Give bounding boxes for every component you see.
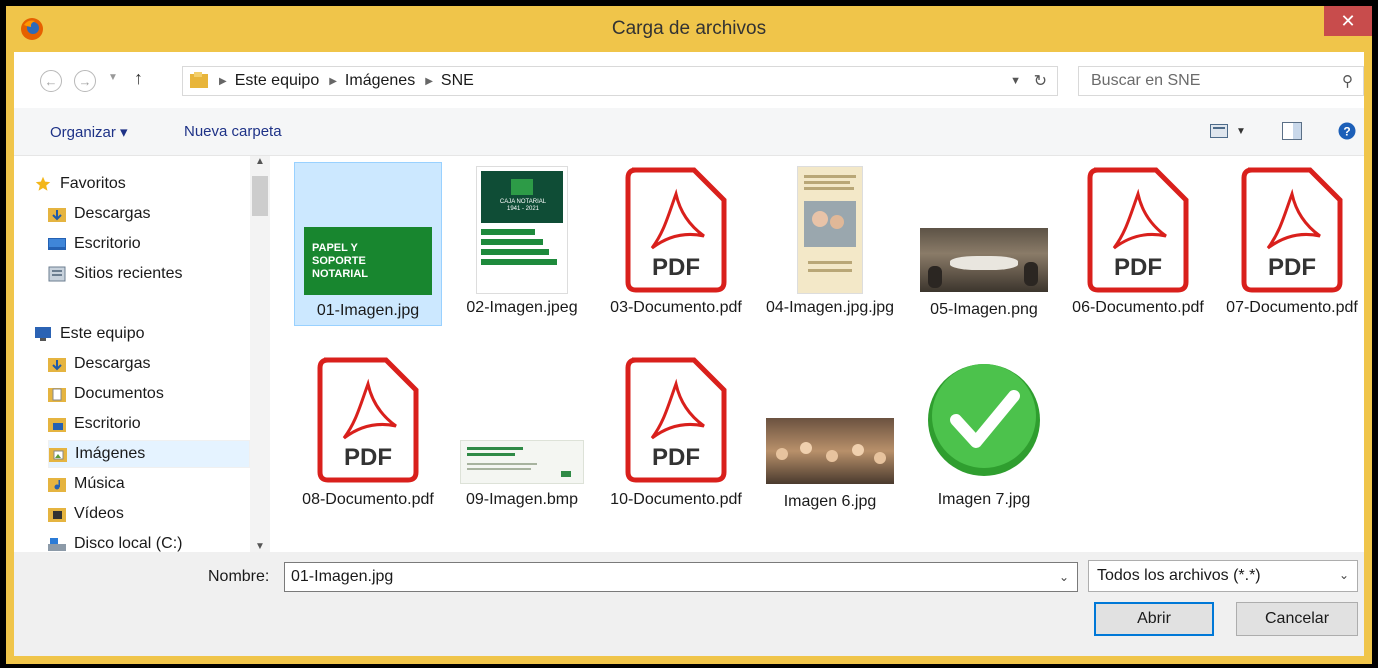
breadcrumb-este-equipo[interactable]: Este equipo bbox=[235, 72, 320, 90]
scroll-thumb[interactable] bbox=[252, 176, 268, 216]
pdf-icon: PDF bbox=[1086, 166, 1190, 294]
forward-button[interactable]: → bbox=[74, 70, 96, 92]
search-placeholder: Buscar en SNE bbox=[1091, 72, 1201, 89]
documents-folder-icon bbox=[48, 388, 66, 402]
file-item[interactable]: PDF 07-Documento.pdf bbox=[1218, 162, 1366, 326]
pictures-folder-icon bbox=[49, 448, 67, 462]
nav-videos[interactable]: Vídeos bbox=[48, 500, 250, 528]
svg-text:?: ? bbox=[1343, 125, 1350, 139]
file-dialog: Carga de archivos ✕ ← → ▼ ↑ ▶ Este equip… bbox=[6, 6, 1372, 664]
preview-pane-icon[interactable] bbox=[1282, 122, 1302, 140]
image-thumbnail: CAJA NOTARIAL 1941 - 2021 bbox=[476, 166, 568, 294]
pdf-icon: PDF bbox=[1240, 166, 1344, 294]
back-button[interactable]: ← bbox=[40, 70, 62, 92]
breadcrumb-sne[interactable]: SNE bbox=[441, 72, 474, 90]
file-item[interactable]: 09-Imagen.bmp bbox=[448, 354, 596, 542]
image-thumbnail bbox=[460, 440, 584, 484]
filename-input[interactable]: 01-Imagen.jpg ⌄ bbox=[284, 562, 1078, 592]
dialog-client: ← → ▼ ↑ ▶ Este equipo ▶ Imágenes ▶ SNE ▼… bbox=[14, 52, 1364, 656]
recent-dropdown-icon[interactable]: ▼ bbox=[108, 72, 118, 83]
filetype-select[interactable]: Todos los archivos (*.*) ⌄ bbox=[1088, 560, 1358, 592]
breadcrumb-separator: ▶ bbox=[219, 75, 227, 87]
drive-icon bbox=[48, 538, 66, 551]
nav-favoritos[interactable]: Favoritos bbox=[34, 170, 236, 198]
filename-dropdown-icon[interactable]: ⌄ bbox=[1059, 570, 1069, 584]
computer-icon bbox=[35, 327, 51, 341]
file-item[interactable]: PDF 08-Documento.pdf bbox=[294, 354, 442, 542]
file-item[interactable]: 05-Imagen.png bbox=[910, 162, 1058, 326]
file-grid: PAPEL Y SOPORTE NOTARIAL 01-Imagen.jpg C… bbox=[286, 156, 1362, 552]
downloads-folder-icon bbox=[48, 358, 66, 372]
help-icon[interactable]: ? bbox=[1338, 122, 1356, 140]
desktop-folder-icon bbox=[48, 418, 66, 432]
image-thumbnail bbox=[920, 228, 1048, 292]
image-thumbnail: PAPEL Y SOPORTE NOTARIAL bbox=[304, 227, 432, 295]
breadcrumb-imagenes[interactable]: Imágenes bbox=[345, 72, 415, 90]
scroll-down-icon[interactable]: ▼ bbox=[255, 541, 265, 552]
image-thumbnail bbox=[797, 166, 863, 294]
organize-button[interactable]: Organizar ▾ bbox=[50, 123, 128, 141]
breadcrumb-separator: ▶ bbox=[329, 75, 337, 87]
firefox-icon bbox=[21, 18, 43, 40]
nav-fav-sitios-recientes[interactable]: Sitios recientes bbox=[48, 260, 250, 288]
refresh-icon[interactable]: ↻ bbox=[1034, 71, 1047, 91]
file-item[interactable]: CAJA NOTARIAL 1941 - 2021 02-Imagen.jpeg bbox=[448, 162, 596, 326]
address-bar[interactable]: ▶ Este equipo ▶ Imágenes ▶ SNE ▼ ↻ bbox=[182, 66, 1058, 96]
cancel-button[interactable]: Cancelar bbox=[1236, 602, 1358, 636]
music-folder-icon bbox=[48, 478, 66, 492]
videos-folder-icon bbox=[48, 508, 66, 522]
address-dropdown-icon[interactable]: ▼ bbox=[1010, 75, 1021, 87]
change-view-icon[interactable] bbox=[1210, 124, 1228, 138]
desktop-icon bbox=[48, 238, 66, 250]
nav-imagenes[interactable]: Imágenes bbox=[48, 440, 250, 468]
image-thumbnail bbox=[766, 418, 894, 484]
nav-musica[interactable]: Música bbox=[48, 470, 250, 498]
window-title: Carga de archivos bbox=[611, 18, 767, 39]
star-icon bbox=[35, 176, 51, 191]
address-row: ← → ▼ ↑ ▶ Este equipo ▶ Imágenes ▶ SNE ▼… bbox=[14, 52, 1364, 108]
nav-escritorio[interactable]: Escritorio bbox=[48, 410, 250, 438]
file-item[interactable]: Imagen 6.jpg bbox=[756, 354, 904, 542]
close-button[interactable]: ✕ bbox=[1324, 6, 1372, 36]
file-item[interactable]: PDF 06-Documento.pdf bbox=[1064, 162, 1212, 326]
up-arrow-icon[interactable]: ↑ bbox=[134, 68, 143, 89]
filename-label: Nombre: bbox=[208, 568, 270, 585]
pdf-icon: PDF bbox=[316, 356, 420, 484]
scroll-up-icon[interactable]: ▲ bbox=[255, 156, 265, 167]
nav-fav-escritorio[interactable]: Escritorio bbox=[48, 230, 250, 258]
filetype-dropdown-icon: ⌄ bbox=[1338, 568, 1349, 582]
search-icon: ⚲ bbox=[1342, 73, 1353, 90]
file-item[interactable]: PAPEL Y SOPORTE NOTARIAL 01-Imagen.jpg bbox=[294, 162, 442, 326]
breadcrumb-separator: ▶ bbox=[425, 75, 433, 87]
folder-icon bbox=[190, 72, 208, 88]
downloads-folder-icon bbox=[48, 208, 66, 222]
nav-descargas[interactable]: Descargas bbox=[48, 350, 250, 378]
footer: Nombre: 01-Imagen.jpg ⌄ Todos los archiv… bbox=[14, 552, 1364, 656]
search-input[interactable]: Buscar en SNE ⚲ bbox=[1078, 66, 1364, 96]
file-item[interactable]: PDF 03-Documento.pdf bbox=[602, 162, 750, 326]
pdf-icon: PDF bbox=[624, 166, 728, 294]
file-item[interactable]: Imagen 7.jpg bbox=[910, 354, 1058, 542]
navigation-pane: Favoritos Descargas Escritorio Sitios re… bbox=[14, 156, 270, 552]
new-folder-button[interactable]: Nueva carpeta bbox=[184, 123, 282, 140]
view-dropdown-icon[interactable]: ▼ bbox=[1236, 126, 1246, 137]
recent-places-icon bbox=[48, 266, 66, 282]
pdf-icon: PDF bbox=[624, 356, 728, 484]
file-item[interactable]: 04-Imagen.jpg.jpg bbox=[756, 162, 904, 326]
open-button[interactable]: Abrir bbox=[1094, 602, 1214, 636]
command-bar: Organizar ▾ Nueva carpeta ▼ ? bbox=[14, 108, 1364, 156]
file-item[interactable]: PDF 10-Documento.pdf bbox=[602, 354, 750, 542]
nav-este-equipo[interactable]: Este equipo bbox=[34, 320, 236, 348]
nav-scrollbar[interactable]: ▲ ▼ bbox=[250, 156, 270, 552]
checkmark-icon bbox=[920, 356, 1048, 484]
nav-fav-descargas[interactable]: Descargas bbox=[48, 200, 250, 228]
title-bar: Carga de archivos ✕ bbox=[6, 6, 1372, 52]
nav-documentos[interactable]: Documentos bbox=[48, 380, 250, 408]
